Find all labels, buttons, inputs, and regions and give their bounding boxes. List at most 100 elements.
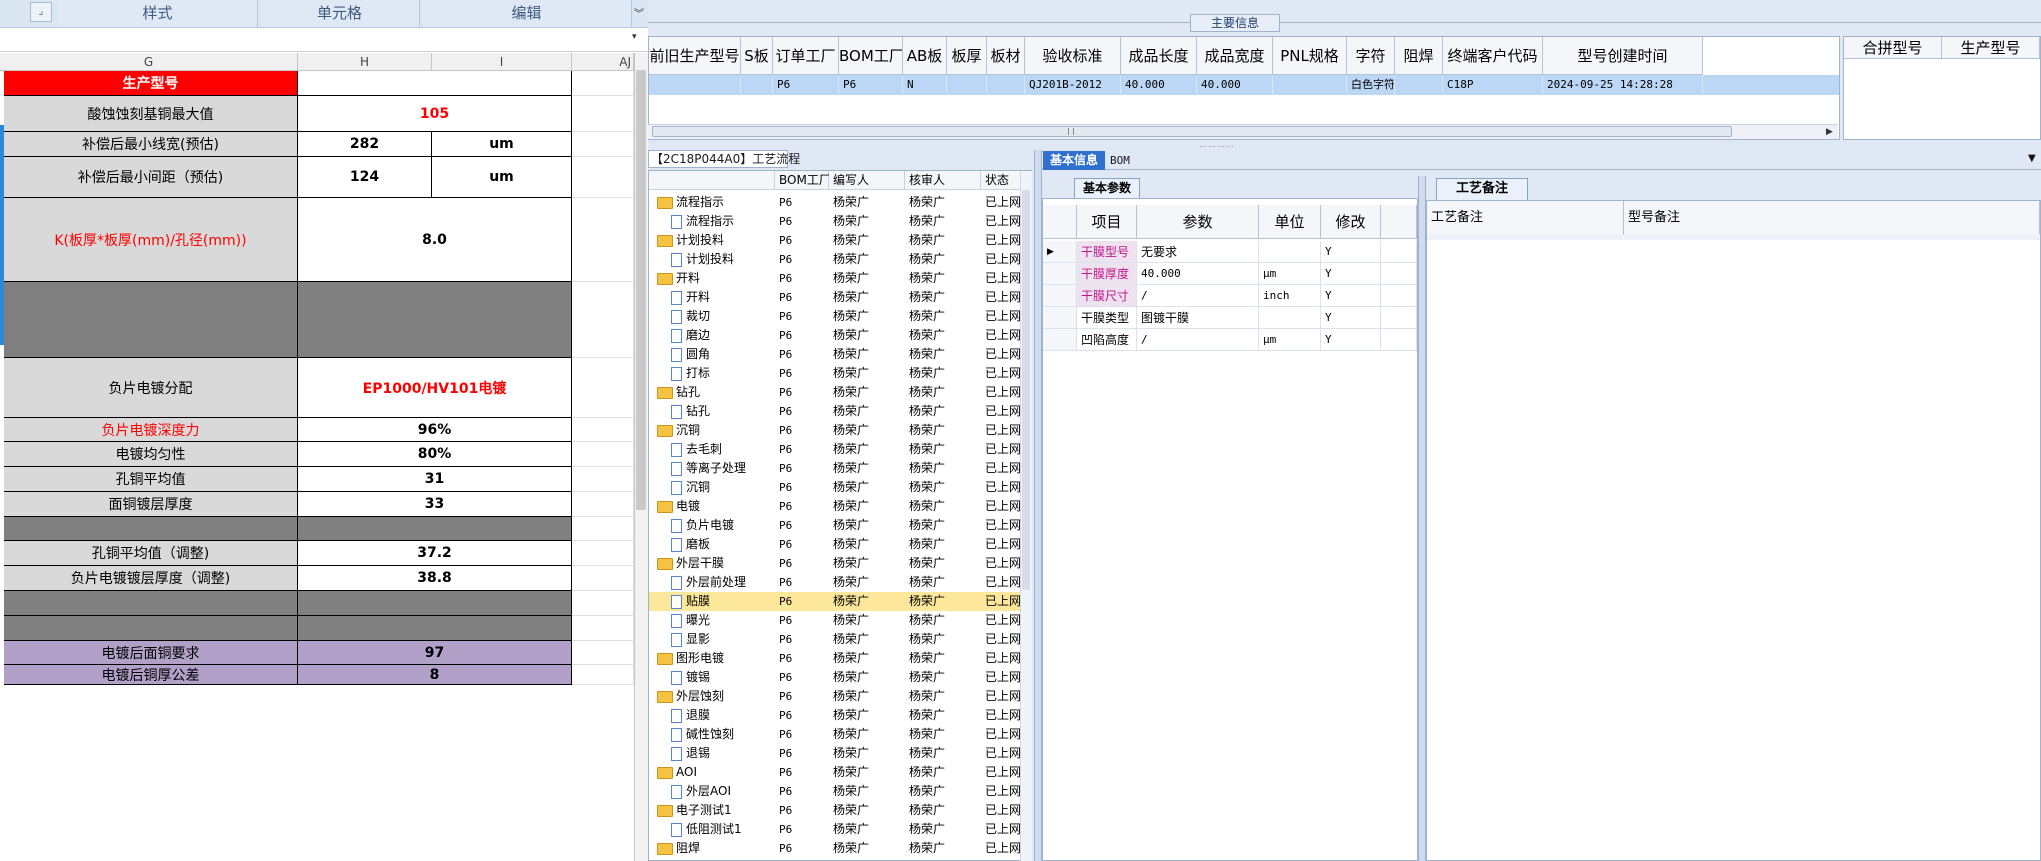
sheet-row[interactable]: 生产型号 xyxy=(0,71,634,96)
process-status-cell[interactable]: 已上网 xyxy=(985,307,1021,326)
process-status-cell[interactable]: 已上网 xyxy=(985,744,1021,763)
process-scroll-thumb[interactable] xyxy=(1022,190,1030,590)
process-writer-cell[interactable]: 杨荣广 xyxy=(833,611,905,630)
process-reviewer-cell[interactable]: 杨荣广 xyxy=(909,288,981,307)
process-reviewer-cell[interactable]: 杨荣广 xyxy=(909,649,981,668)
process-status-cell[interactable]: 已上网 xyxy=(985,383,1021,402)
process-reviewer-cell[interactable]: 杨荣广 xyxy=(909,782,981,801)
basic-param-param-cell[interactable]: / xyxy=(1137,329,1259,351)
process-step-cell[interactable]: 退锡 xyxy=(671,744,775,763)
process-status-cell[interactable]: 已上网 xyxy=(985,801,1021,820)
merge-model-grid[interactable]: 合拼型号 生产型号 xyxy=(1843,36,2041,140)
process-status-cell[interactable]: 已上网 xyxy=(985,725,1021,744)
basic-param-unit-cell[interactable]: inch xyxy=(1259,285,1321,307)
process-tree-row[interactable]: 镀锡 P6 杨荣广 杨荣广 已上网 xyxy=(649,668,1021,687)
process-reviewer-cell[interactable]: 杨荣广 xyxy=(909,383,981,402)
spreadsheet-scroll-thumb[interactable] xyxy=(636,70,646,510)
current-row-arrow-icon[interactable]: ▶ xyxy=(1043,241,1077,263)
main-info-cell[interactable]: P6 xyxy=(839,75,903,95)
process-status-cell[interactable]: 已上网 xyxy=(985,630,1021,649)
process-writer-cell[interactable]: 杨荣广 xyxy=(833,345,905,364)
row-selector[interactable] xyxy=(1043,307,1077,329)
row-selector[interactable] xyxy=(1043,285,1077,307)
process-writer-cell[interactable]: 杨荣广 xyxy=(833,801,905,820)
process-step-cell[interactable]: 磨板 xyxy=(671,535,775,554)
process-status-cell[interactable]: 已上网 xyxy=(985,421,1021,440)
sheet-empty-cell[interactable] xyxy=(572,96,634,132)
process-factory-cell[interactable]: P6 xyxy=(779,801,829,820)
process-writer-cell[interactable]: 杨荣广 xyxy=(833,725,905,744)
formula-expand-icon[interactable]: ▾ xyxy=(632,32,644,46)
main-info-cell[interactable] xyxy=(741,75,773,95)
process-header[interactable]: 编写人 xyxy=(829,171,905,190)
ribbon-group-styles[interactable]: 样式 xyxy=(58,0,258,27)
process-step-cell[interactable]: 等离子处理 xyxy=(671,459,775,478)
sheet-empty-cell[interactable] xyxy=(572,517,634,541)
main-info-cell[interactable] xyxy=(1273,75,1347,95)
main-info-cell[interactable]: 白色字符 xyxy=(1347,75,1395,95)
sheet-label-cell[interactable]: 生产型号 xyxy=(4,71,298,96)
process-tree-row[interactable]: 流程指示 P6 杨荣广 杨荣广 已上网 xyxy=(649,212,1021,231)
process-step-cell[interactable]: 外层干膜 xyxy=(657,554,775,573)
basic-param-empty-cell[interactable] xyxy=(1381,263,1417,285)
sheet-label-cell[interactable]: 负片电镀分配 xyxy=(4,358,298,418)
sheet-row[interactable]: 补偿后最小间距（预估) 124 um xyxy=(0,157,634,198)
sheet-value-cell[interactable]: 37.2 xyxy=(298,541,572,566)
process-tree-row[interactable]: 显影 P6 杨荣广 杨荣广 已上网 xyxy=(649,630,1021,649)
main-info-header[interactable]: 字符 xyxy=(1347,37,1395,75)
process-factory-cell[interactable]: P6 xyxy=(779,212,829,231)
sheet-row[interactable]: 电镀后铜厚公差 8 xyxy=(0,665,634,685)
sheet-empty-cell[interactable] xyxy=(572,71,634,96)
sheet-empty-cell[interactable] xyxy=(572,665,634,685)
process-header[interactable]: 状态 xyxy=(981,171,1021,190)
process-writer-cell[interactable]: 杨荣广 xyxy=(833,383,905,402)
main-info-cell[interactable] xyxy=(987,75,1025,95)
process-reviewer-cell[interactable]: 杨荣广 xyxy=(909,630,981,649)
basic-param-header[interactable]: 修改 xyxy=(1321,205,1381,239)
process-tree-row[interactable]: 去毛刺 P6 杨荣广 杨荣广 已上网 xyxy=(649,440,1021,459)
tab-bom[interactable]: BOM xyxy=(1110,151,1160,170)
process-step-cell[interactable]: 显影 xyxy=(671,630,775,649)
sheet-row[interactable]: 电镀均匀性 80% xyxy=(0,442,634,467)
process-tree-row[interactable]: 等离子处理 P6 杨荣广 杨荣广 已上网 xyxy=(649,459,1021,478)
process-tree-row[interactable]: 外层蚀刻 P6 杨荣广 杨荣广 已上网 xyxy=(649,687,1021,706)
main-info-cell[interactable]: P6 xyxy=(773,75,839,95)
process-factory-cell[interactable]: P6 xyxy=(779,782,829,801)
sheet-value-cell[interactable] xyxy=(298,517,572,541)
process-reviewer-cell[interactable]: 杨荣广 xyxy=(909,307,981,326)
process-status-cell[interactable]: 已上网 xyxy=(985,345,1021,364)
process-writer-cell[interactable]: 杨荣广 xyxy=(833,231,905,250)
process-status-cell[interactable]: 已上网 xyxy=(985,763,1021,782)
process-status-cell[interactable]: 已上网 xyxy=(985,402,1021,421)
sheet-row[interactable] xyxy=(0,591,634,616)
process-status-cell[interactable]: 已上网 xyxy=(985,535,1021,554)
process-factory-cell[interactable]: P6 xyxy=(779,725,829,744)
column-header-i[interactable]: I xyxy=(432,53,572,71)
process-tree-row[interactable]: 负片电镀 P6 杨荣广 杨荣广 已上网 xyxy=(649,516,1021,535)
sheet-value-cell[interactable]: 33 xyxy=(298,492,572,517)
process-factory-cell[interactable]: P6 xyxy=(779,421,829,440)
process-tree-row[interactable]: 圆角 P6 杨荣广 杨荣广 已上网 xyxy=(649,345,1021,364)
main-info-header[interactable]: 成品长度 xyxy=(1121,37,1197,75)
basic-param-row[interactable]: 干膜厚度 40.000 μm Y xyxy=(1043,263,1417,285)
basic-param-unit-cell[interactable] xyxy=(1259,307,1321,329)
sheet-empty-cell[interactable] xyxy=(572,492,634,517)
process-reviewer-cell[interactable]: 杨荣广 xyxy=(909,763,981,782)
basic-param-unit-cell[interactable]: μm xyxy=(1259,329,1321,351)
sheet-empty-cell[interactable] xyxy=(572,132,634,157)
process-factory-cell[interactable]: P6 xyxy=(779,250,829,269)
process-tree-row[interactable]: 外层AOI P6 杨荣广 杨荣广 已上网 xyxy=(649,782,1021,801)
basic-param-row[interactable]: ▶ 干膜型号 无要求 Y xyxy=(1043,241,1417,263)
basic-param-empty-cell[interactable] xyxy=(1381,241,1417,263)
sheet-value-cell[interactable]: 97 xyxy=(298,641,572,665)
process-writer-cell[interactable]: 杨荣广 xyxy=(833,554,905,573)
process-step-cell[interactable]: 退膜 xyxy=(671,706,775,725)
process-step-cell[interactable]: 计划投料 xyxy=(657,231,775,250)
process-reviewer-cell[interactable]: 杨荣广 xyxy=(909,269,981,288)
process-step-cell[interactable]: 碱性蚀刻 xyxy=(671,725,775,744)
sheet-row[interactable]: 酸蚀蚀刻基铜最大值 105 xyxy=(0,96,634,132)
sheet-value-cell[interactable]: 124 xyxy=(298,157,432,198)
process-step-cell[interactable]: 外层AOI xyxy=(671,782,775,801)
process-factory-cell[interactable]: P6 xyxy=(779,497,829,516)
process-tree-row[interactable]: 曝光 P6 杨荣广 杨荣广 已上网 xyxy=(649,611,1021,630)
